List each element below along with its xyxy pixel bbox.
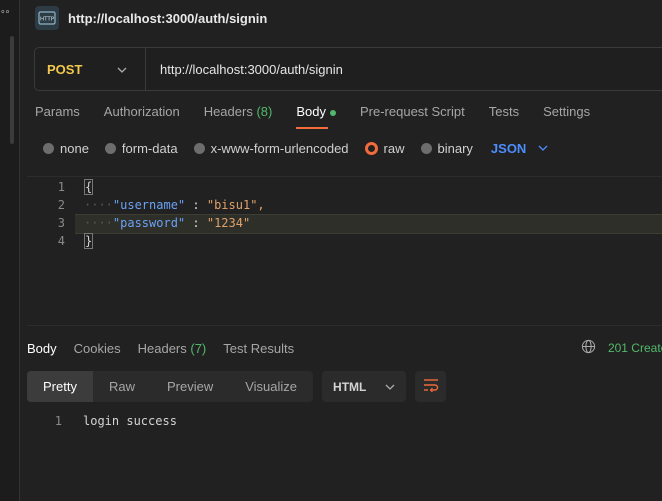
code-line: {: [84, 179, 94, 195]
rail-scrollbar[interactable]: [10, 36, 14, 144]
body-modified-dot-icon: [329, 109, 336, 116]
request-title[interactable]: http://localhost:3000/auth/signin: [68, 11, 267, 26]
request-tabs: Params Authorization Headers (8) Body Pr…: [35, 100, 614, 129]
radio-form-data-label: form-data: [121, 140, 178, 156]
svg-text:HTTP: HTTP: [40, 17, 55, 23]
request-title-bar: HTTP http://localhost:3000/auth/signin: [35, 4, 267, 32]
response-headers-label: Headers: [137, 340, 187, 356]
response-status: 201 Created: [581, 339, 662, 357]
raw-format-select[interactable]: JSON: [491, 141, 548, 156]
radio-circle-icon: [104, 142, 116, 154]
globe-icon[interactable]: [581, 339, 596, 357]
radio-none[interactable]: none: [43, 141, 89, 156]
method-label: POST: [47, 61, 83, 77]
json-key: "username": [112, 198, 186, 212]
rail-dots-icon[interactable]: ∘∘: [0, 6, 10, 17]
json-separator: :: [185, 198, 207, 212]
radio-form-data[interactable]: form-data: [104, 140, 178, 156]
left-rail: ∘∘: [0, 0, 20, 501]
radio-selected-icon: [364, 141, 378, 155]
radio-circle-icon: [420, 142, 432, 154]
http-request-icon: HTTP: [35, 6, 59, 30]
response-headers-count: (7): [190, 340, 207, 356]
raw-format-label: JSON: [490, 140, 527, 156]
line-number: 1: [57, 180, 65, 194]
response-tab-test-results[interactable]: Test Results: [223, 341, 294, 356]
view-preview-button[interactable]: Preview: [151, 371, 229, 402]
wrap-lines-button[interactable]: [415, 371, 447, 402]
radio-raw[interactable]: raw: [364, 140, 405, 156]
radio-none-label: none: [60, 140, 89, 156]
whitespace-marker: ····: [84, 198, 113, 212]
radio-circle-icon: [43, 142, 54, 154]
response-tab-headers[interactable]: Headers (7): [138, 341, 207, 356]
wrap-lines-icon: [423, 378, 439, 395]
code-line: ····"username" : "bisu1",: [84, 198, 265, 212]
method-select[interactable]: POST: [35, 48, 146, 90]
tab-settings[interactable]: Settings: [543, 100, 590, 124]
tab-body-label: Body: [296, 104, 326, 119]
response-tab-body[interactable]: Body: [27, 341, 57, 356]
code-line: ····"password" : "1234": [84, 216, 250, 230]
radio-binary-label: binary: [437, 140, 473, 156]
line-number: 1: [54, 414, 62, 428]
line-number: 3: [57, 216, 65, 230]
bracket-match: }: [84, 233, 94, 249]
tab-authorization[interactable]: Authorization: [104, 100, 180, 124]
json-value: "bisu1",: [206, 198, 265, 212]
response-view-toggle: Pretty Raw Preview Visualize: [27, 371, 314, 402]
code-line: }: [84, 233, 94, 249]
body-type-selector: none form-data x-www-form-urlencoded raw…: [43, 139, 548, 157]
response-view-controls: Pretty Raw Preview Visualize HTML: [27, 371, 447, 402]
json-value: "1234": [206, 216, 251, 230]
radio-binary[interactable]: binary: [420, 140, 473, 156]
tab-body[interactable]: Body: [296, 100, 336, 129]
tab-prerequest-script[interactable]: Pre-request Script: [360, 100, 465, 124]
json-key: "password": [112, 216, 186, 230]
headers-count-badge: (8): [256, 104, 273, 119]
tab-headers[interactable]: Headers (8): [204, 100, 273, 124]
radio-raw-label: raw: [383, 140, 405, 156]
view-visualize-button[interactable]: Visualize: [229, 371, 313, 402]
chevron-down-icon: [385, 381, 395, 393]
view-pretty-button[interactable]: Pretty: [27, 371, 93, 402]
radio-urlencoded-label: x-www-form-urlencoded: [210, 140, 349, 156]
tab-params[interactable]: Params: [35, 100, 80, 124]
response-tab-cookies[interactable]: Cookies: [74, 341, 121, 356]
radio-urlencoded[interactable]: x-www-form-urlencoded: [193, 140, 349, 156]
chevron-down-icon: [538, 142, 548, 154]
json-separator: :: [185, 216, 207, 230]
status-code[interactable]: 201 Created: [608, 341, 662, 355]
response-format-select[interactable]: HTML: [322, 371, 407, 402]
tab-headers-label: Headers: [203, 104, 253, 119]
request-pane: HTTP http://localhost:3000/auth/signin P…: [20, 0, 662, 501]
line-number: 4: [57, 234, 65, 248]
bracket-match: {: [84, 179, 94, 195]
tab-tests[interactable]: Tests: [489, 100, 519, 124]
line-number: 2: [57, 198, 65, 212]
request-body-editor[interactable]: 1 { 2 ····"username" : "bisu1", 3 ····"p…: [27, 176, 662, 326]
url-input[interactable]: http://localhost:3000/auth/signin: [160, 62, 343, 77]
url-bar: POST http://localhost:3000/auth/signin: [34, 47, 662, 91]
response-tabs: Body Cookies Headers (7) Test Results 20…: [27, 338, 662, 358]
view-raw-button[interactable]: Raw: [93, 371, 151, 402]
radio-circle-icon: [193, 142, 205, 154]
whitespace-marker: ····: [84, 216, 113, 230]
response-format-label: HTML: [333, 379, 367, 394]
response-text: login success: [83, 414, 177, 428]
chevron-down-icon: [117, 62, 127, 76]
